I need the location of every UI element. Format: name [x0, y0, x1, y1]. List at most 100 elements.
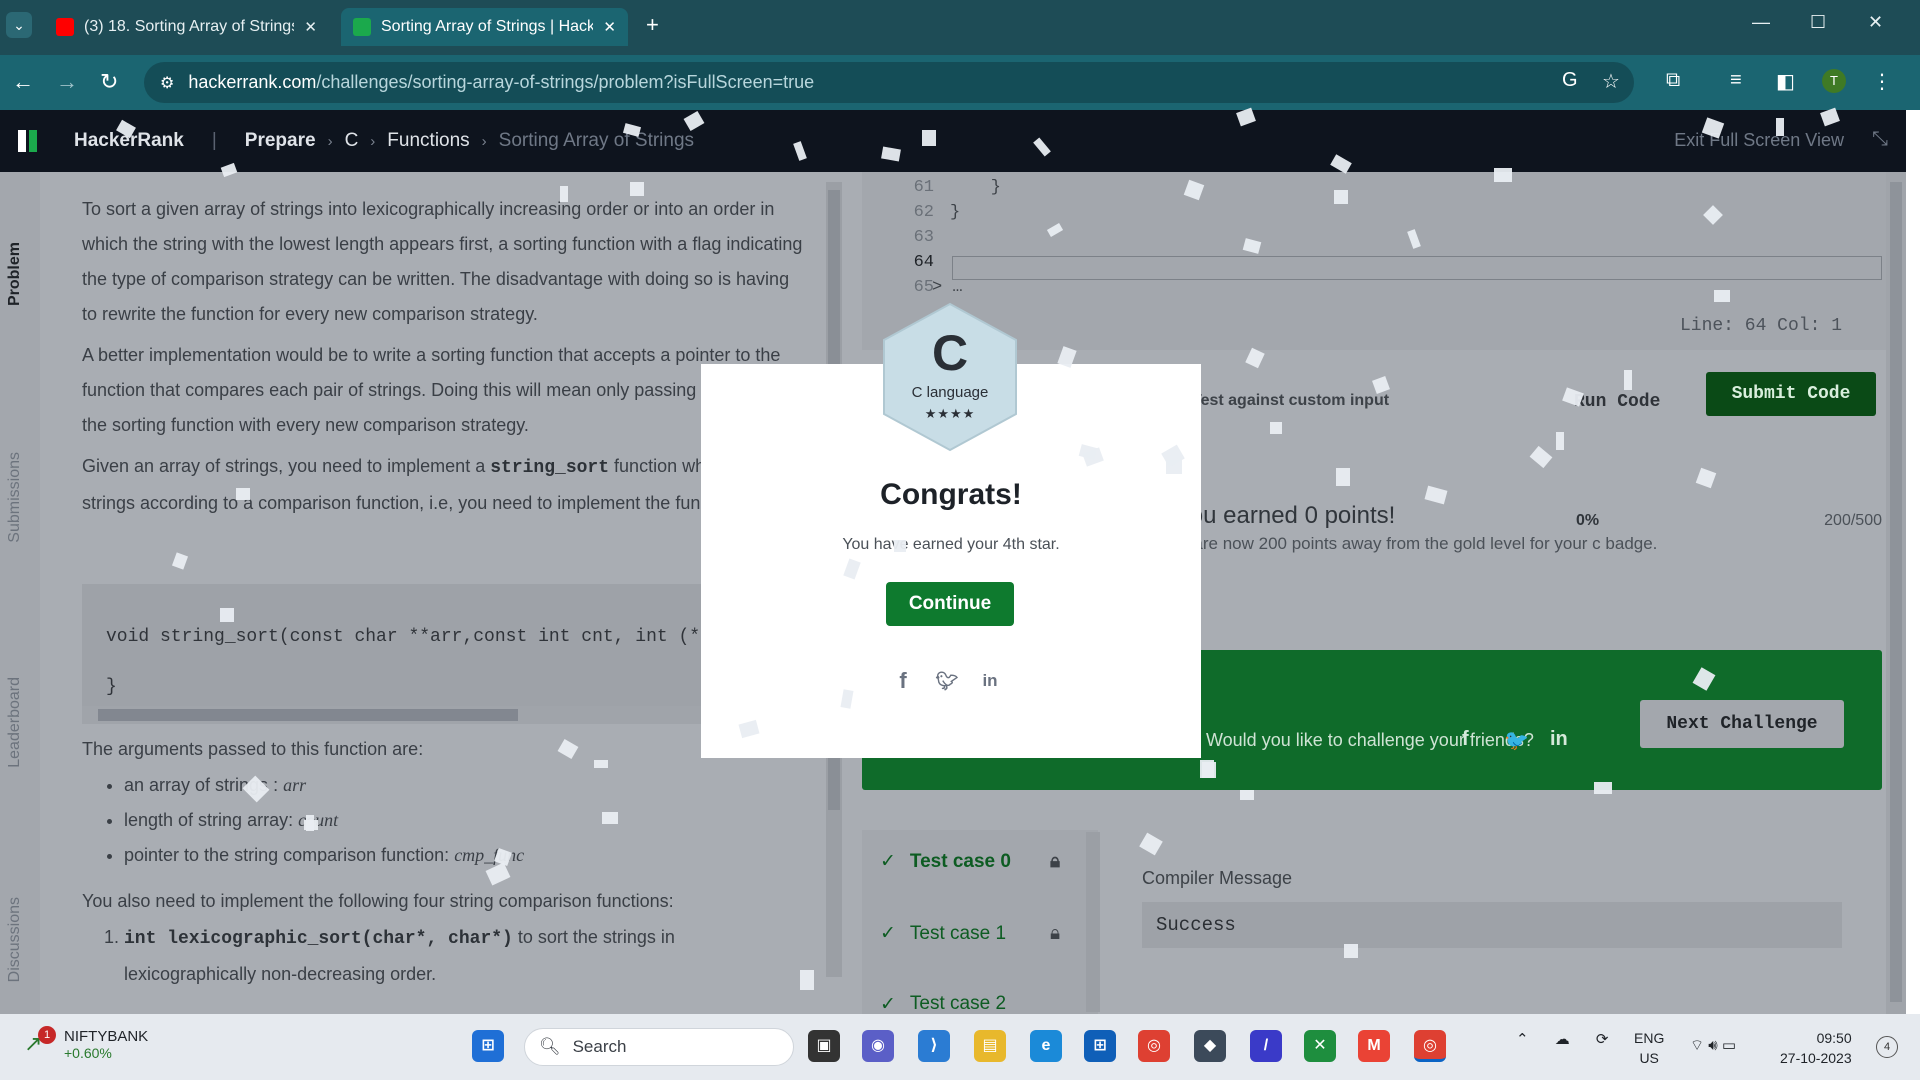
line-number: 62 [913, 203, 934, 222]
confetti-piece [1240, 790, 1254, 800]
media-icon[interactable]: ≡ [1730, 69, 1742, 92]
chevron-right-icon: › [481, 132, 487, 150]
close-tab-icon[interactable]: ✕ [304, 18, 317, 36]
test-case-2[interactable]: ✓ Test case 2 [880, 994, 1006, 1014]
breadcrumb-c[interactable]: C [345, 130, 359, 152]
code-line: } [950, 203, 961, 222]
language-indicator[interactable]: ENG US [1634, 1028, 1664, 1068]
side-tab-leaderboard[interactable]: Leaderboard [6, 677, 24, 768]
minimize-icon[interactable]: — [1752, 12, 1770, 33]
impl-title: You also need to implement the following… [82, 891, 674, 911]
clock[interactable]: 09:50 27-10-2023 [1780, 1028, 1852, 1068]
google-icon[interactable]: G [1562, 69, 1578, 92]
compiler-message-label: Compiler Message [1142, 868, 1293, 888]
file-explorer-icon[interactable]: ▤ [974, 1030, 1006, 1062]
points-subtitle: You are now 200 points away from the gol… [1160, 534, 1658, 553]
profile-avatar[interactable]: T [1822, 69, 1846, 93]
confetti-piece [1334, 190, 1348, 204]
badge-stars: ★★★★ [924, 406, 976, 421]
c-language-badge: C C language ★★★★ [880, 302, 1020, 452]
youtube-icon [56, 18, 74, 36]
notification-center[interactable]: 4 [1876, 1036, 1898, 1058]
linkedin-icon[interactable]: in [977, 668, 1003, 694]
bookmark-star-icon[interactable]: ☆ [1602, 69, 1620, 94]
reload-icon[interactable]: ↻ [100, 69, 118, 95]
next-challenge-button[interactable]: Next Challenge [1640, 700, 1844, 748]
vscode-icon[interactable]: ⟩ [918, 1030, 950, 1062]
side-tab-problem[interactable]: Problem [6, 242, 24, 306]
confetti-piece [1714, 290, 1730, 302]
side-tab-submissions[interactable]: Submissions [6, 452, 24, 543]
search-label: Search [572, 1037, 627, 1056]
tab-title: (3) 18. Sorting Array of Strings [84, 18, 295, 35]
xbox-icon[interactable]: ✕ [1304, 1030, 1336, 1062]
line-number: 65 [913, 278, 934, 297]
sync-icon[interactable]: ⟳ [1596, 1031, 1609, 1048]
chrome-icon[interactable]: ◎ [1138, 1030, 1170, 1062]
linkedin-icon[interactable]: in [1550, 728, 1568, 751]
extensions-icon[interactable]: ⧉ [1666, 69, 1680, 92]
collapse-icon[interactable]: ⤡ [1872, 128, 1888, 151]
taskbar-search[interactable]: 🔍︎ Search [524, 1028, 794, 1066]
cloud-icon[interactable]: ☁ [1555, 1031, 1570, 1048]
problem-text: To sort a given array of strings into le… [82, 192, 807, 527]
horizontal-scrollbar[interactable] [82, 706, 742, 724]
chrome-profile-icon[interactable]: ◎ [1414, 1030, 1446, 1062]
hackerrank-logo[interactable] [18, 130, 48, 152]
code-block: void string_sort(const char **arr,const … [82, 584, 742, 724]
test-case-list: ✓ Test case 0 🔒︎ ✓ Test case 1 🔒︎ ✓ Test case… [862, 830, 1098, 1014]
close-tab-icon[interactable]: ✕ [603, 18, 616, 36]
chevron-right-icon: › [370, 132, 376, 150]
lock-icon: 🔒︎ [1050, 922, 1061, 944]
app-icon[interactable]: / [1250, 1030, 1282, 1062]
side-panel-icon[interactable]: ◧ [1776, 69, 1795, 94]
site-info-icon[interactable]: ⚙ [160, 73, 174, 93]
right-scrollbar[interactable] [1886, 172, 1906, 1014]
facebook-icon[interactable]: f [1462, 728, 1469, 751]
address-bar[interactable]: ⚙ hackerrank.com/challenges/sorting-arra… [144, 62, 1634, 103]
exit-full-screen-link[interactable]: Exit Full Screen View [1674, 130, 1844, 151]
list-item: int lexicographic_sort(char*, char*) to … [124, 920, 810, 992]
twitter-icon[interactable]: 🐦 [1504, 728, 1529, 753]
windows-start-icon[interactable]: ⊞ [472, 1030, 504, 1062]
confetti-piece [1624, 370, 1632, 390]
facebook-icon[interactable]: f [890, 668, 916, 694]
url-host: hackerrank.com [188, 72, 317, 92]
test-case-scrollbar[interactable] [1086, 832, 1100, 1012]
url-path: /challenges/sorting-array-of-strings/pro… [316, 72, 815, 92]
close-window-icon[interactable]: ✕ [1868, 12, 1883, 33]
gmail-icon[interactable]: M [1358, 1030, 1390, 1062]
custom-input-checkbox[interactable]: Test against custom input [1192, 392, 1389, 410]
stock-widget[interactable]: NIFTYBANK +0.60% [64, 1028, 148, 1061]
tab-hackerrank[interactable]: Sorting Array of Strings | Hack ✕ [341, 8, 628, 46]
back-icon[interactable]: ← [12, 69, 34, 95]
maximize-icon[interactable]: ☐ [1810, 12, 1826, 33]
tab-search-button[interactable]: ⌄ [6, 12, 32, 38]
twitter-icon[interactable]: 🐦︎ [934, 668, 960, 694]
chevron-up-icon[interactable]: ⌃ [1516, 1031, 1529, 1048]
run-code-button[interactable]: Run Code [1574, 380, 1660, 424]
new-tab-button[interactable]: + [646, 12, 659, 38]
confetti-piece [1344, 944, 1358, 958]
args-title: The arguments passed to this function ar… [82, 739, 424, 759]
forward-icon[interactable]: → [56, 69, 78, 95]
edge-icon[interactable]: e [1030, 1030, 1062, 1062]
test-case-1[interactable]: ✓ Test case 1 🔒︎ [880, 922, 1060, 945]
confetti-piece [800, 970, 814, 990]
teams-icon[interactable]: ◉ [862, 1030, 894, 1062]
test-case-0[interactable]: ✓ Test case 0 🔒︎ [880, 850, 1060, 873]
side-tab-discussions[interactable]: Discussions [6, 897, 24, 982]
list-item: an array of strings : arr [124, 768, 524, 803]
continue-button[interactable]: Continue [886, 582, 1014, 626]
menu-icon[interactable]: ⋮ [1872, 69, 1892, 94]
network-icon[interactable]: ⌔ 🔊︎ ▭ [1690, 1036, 1736, 1055]
store-icon[interactable]: ⊞ [1084, 1030, 1116, 1062]
app-icon[interactable]: ◆ [1194, 1030, 1226, 1062]
browser-toolbar: ← → ↻ ⚙ hackerrank.com/challenges/sortin… [0, 55, 1920, 110]
list-item: length of string array: count [124, 803, 524, 838]
tab-youtube[interactable]: (3) 18. Sorting Array of Strings ✕ [44, 8, 329, 46]
breadcrumb-prepare[interactable]: Prepare [245, 130, 316, 152]
task-view-icon[interactable]: ▣ [808, 1030, 840, 1062]
breadcrumb-functions[interactable]: Functions [387, 130, 469, 152]
submit-code-button[interactable]: Submit Code [1706, 372, 1876, 416]
